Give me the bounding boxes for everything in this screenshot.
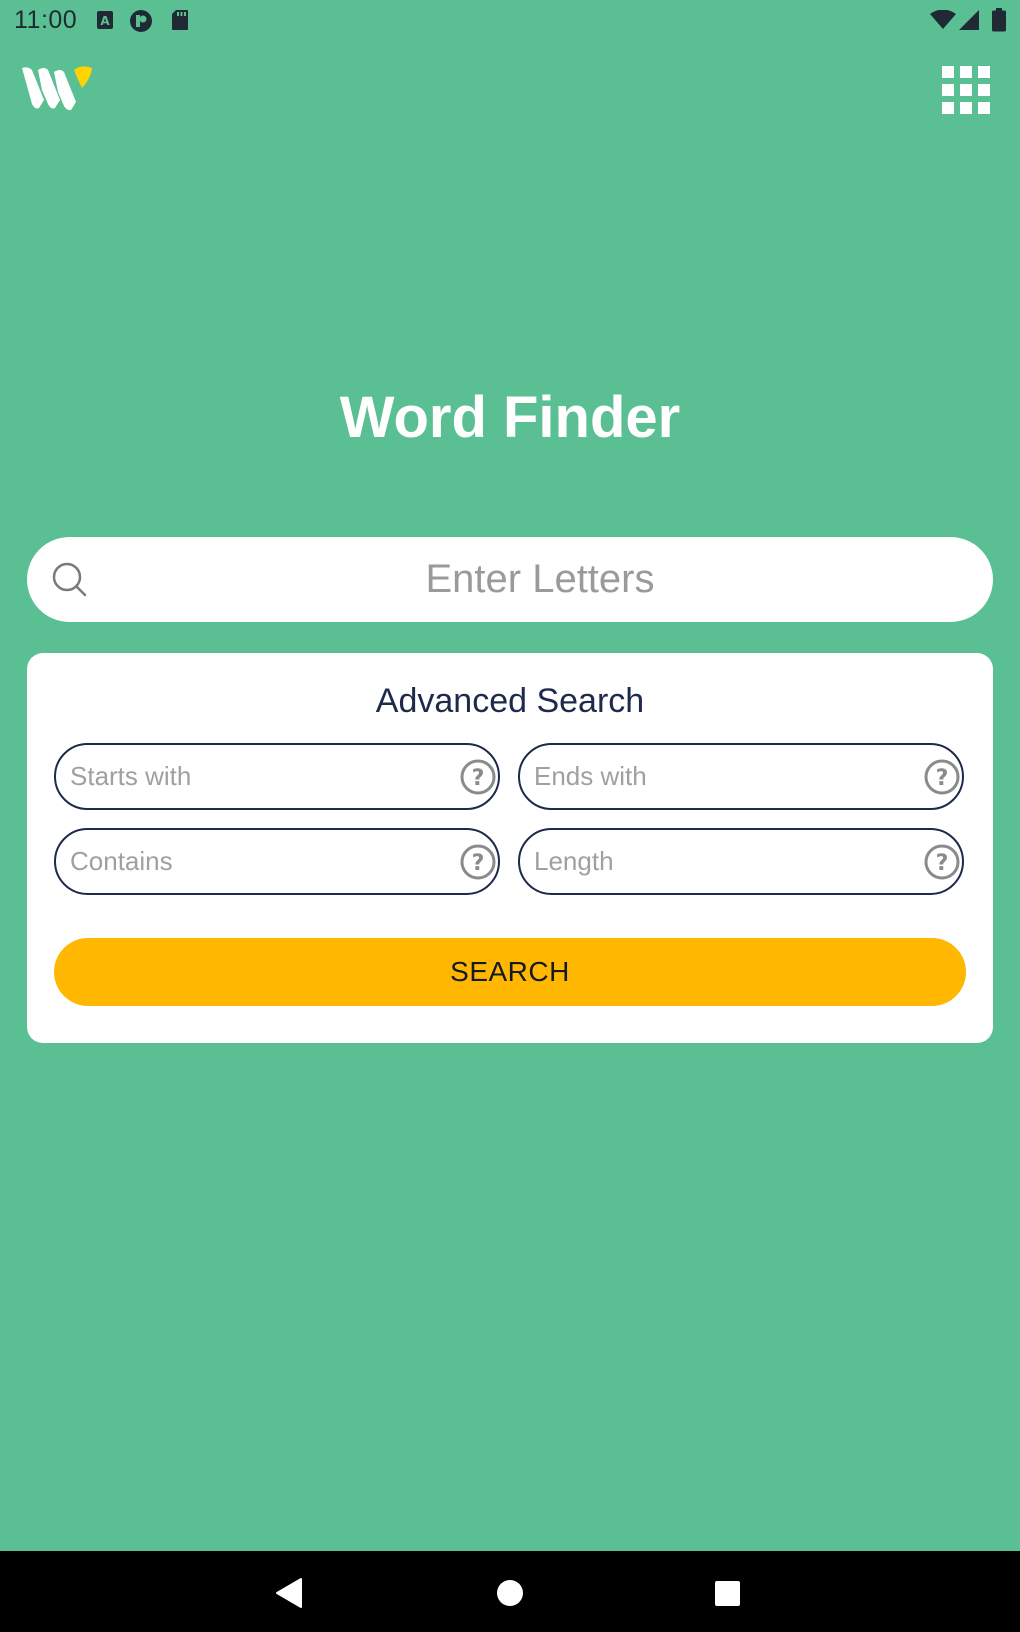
svg-text:?: ? xyxy=(936,766,949,791)
help-icon[interactable]: ? xyxy=(460,759,496,795)
apps-grid-icon[interactable] xyxy=(942,66,990,114)
status-time: 11:00 xyxy=(14,6,78,34)
svg-text:A: A xyxy=(100,14,110,28)
ends-with-input[interactable] xyxy=(534,745,894,808)
letters-search-input[interactable] xyxy=(107,537,973,622)
back-icon[interactable] xyxy=(271,1573,311,1613)
svg-text:?: ? xyxy=(472,766,485,791)
w-logo-icon xyxy=(22,66,92,111)
battery-icon xyxy=(992,8,1006,32)
ends-with-field[interactable]: ? xyxy=(518,743,964,810)
help-icon[interactable]: ? xyxy=(924,844,960,880)
svg-text:?: ? xyxy=(472,851,485,876)
length-input[interactable] xyxy=(534,830,894,893)
letters-search-box[interactable] xyxy=(27,537,993,622)
help-icon[interactable]: ? xyxy=(460,844,496,880)
starts-with-input[interactable] xyxy=(70,745,430,808)
page-title: Word Finder xyxy=(339,385,681,450)
navigation-bar xyxy=(0,1551,1020,1632)
home-icon[interactable] xyxy=(490,1573,530,1613)
recents-icon[interactable] xyxy=(707,1573,747,1613)
status-bar: 11:00 A xyxy=(0,0,1020,42)
help-icon[interactable]: ? xyxy=(924,759,960,795)
svg-text:?: ? xyxy=(936,851,949,876)
wifi-icon xyxy=(930,10,956,29)
a-notification-icon: A xyxy=(97,11,113,29)
search-icon xyxy=(52,562,87,597)
length-field[interactable]: ? xyxy=(518,828,964,895)
cell-signal-icon xyxy=(959,10,979,30)
pocket-casts-icon xyxy=(130,10,152,32)
advanced-search-title: Advanced Search xyxy=(375,682,645,720)
search-button[interactable]: SEARCH xyxy=(54,938,966,1006)
sd-card-icon xyxy=(172,10,188,30)
advanced-search-card: Advanced Search ? ? ? ? SEARCH xyxy=(27,653,993,1043)
contains-field[interactable]: ? xyxy=(54,828,500,895)
starts-with-field[interactable]: ? xyxy=(54,743,500,810)
contains-input[interactable] xyxy=(70,830,430,893)
